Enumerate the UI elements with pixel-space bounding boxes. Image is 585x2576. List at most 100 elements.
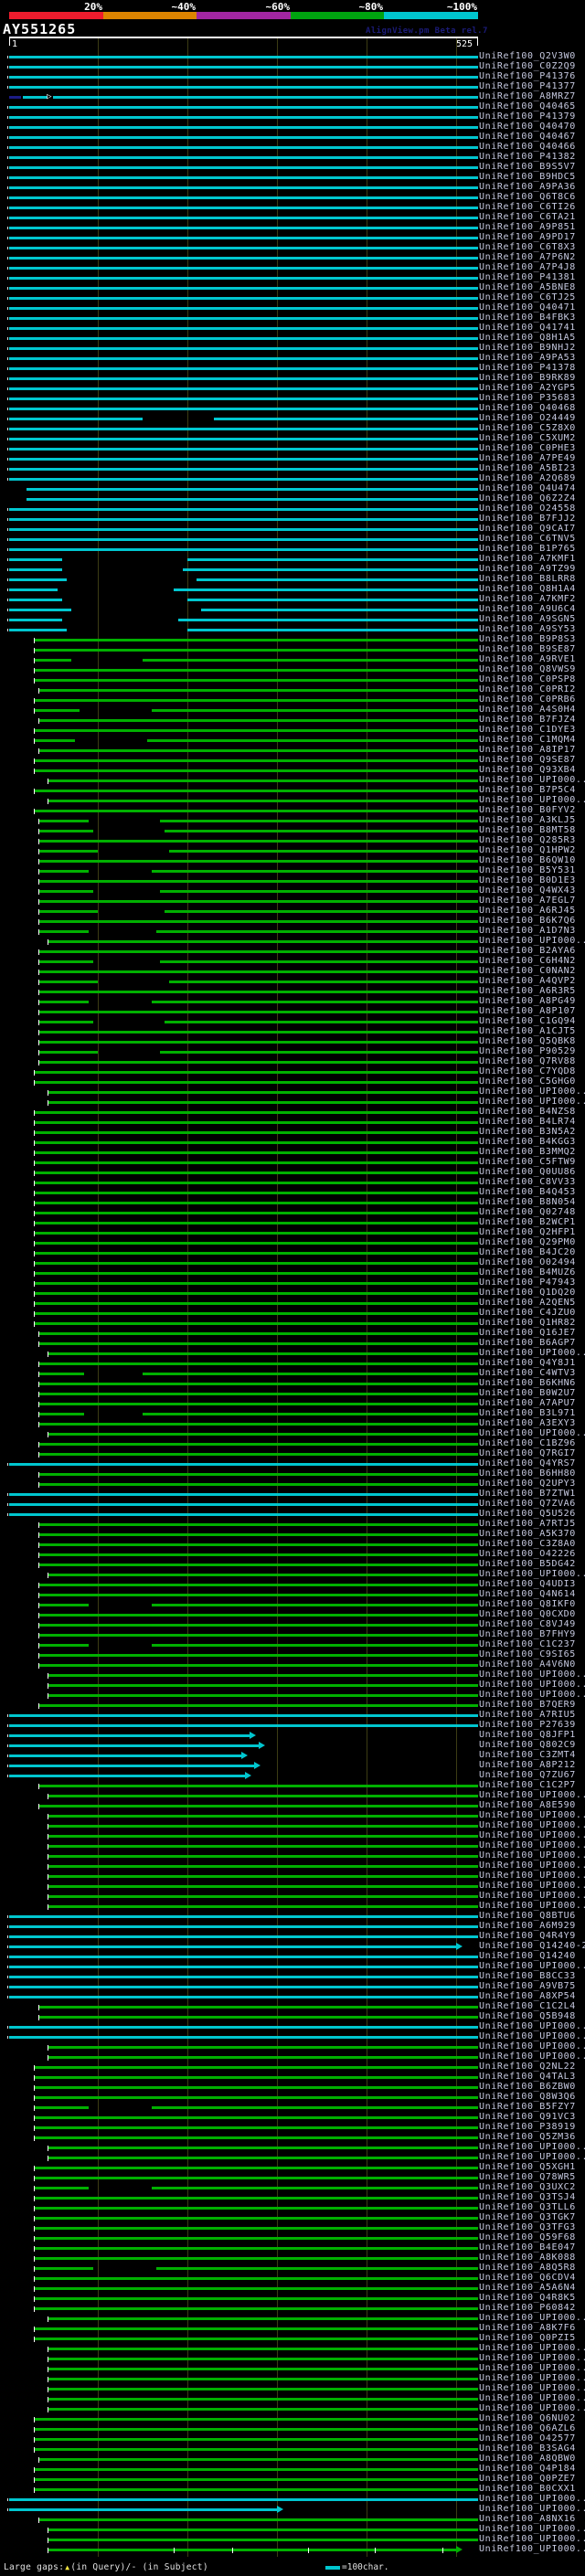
hit-label[interactable]: UniRef100_Q14240 [479,1952,576,1961]
hit-label[interactable]: UniRef100_B4LR74 [479,1118,576,1127]
hit-label[interactable]: UniRef100_Q8H1A5 [479,334,576,343]
hit-label[interactable]: UniRef100_Q3TFG3 [479,2223,576,2232]
alignment-bar[interactable] [35,2418,478,2421]
alignment-bar[interactable] [35,1232,478,1235]
alignment-bar[interactable] [9,599,62,601]
hit-label[interactable]: UniRef100_P41378 [479,364,576,373]
hit-label[interactable]: UniRef100_UPI000.. [479,2394,585,2403]
hit-label[interactable]: UniRef100_Q59F68 [479,2233,576,2242]
alignment-bar[interactable] [9,166,478,169]
hit-label[interactable]: UniRef100_Q8VWS9 [479,665,576,674]
hit-label[interactable]: UniRef100_C7YQD8 [479,1067,576,1076]
hit-label[interactable]: UniRef100_B7FJJ2 [479,514,576,524]
alignment-bar[interactable] [35,1121,478,1124]
alignment-bar[interactable] [9,508,478,511]
hit-label[interactable]: UniRef100_Q4P184 [479,2465,576,2474]
alignment-bar[interactable] [35,1141,478,1144]
alignment-bar[interactable] [182,568,478,571]
hit-label[interactable]: UniRef100_UPI000.. [479,776,585,785]
alignment-bar[interactable] [155,930,478,933]
hit-label[interactable]: UniRef100_UPI000.. [479,1429,585,1438]
hit-label[interactable]: UniRef100_Q1HPW2 [479,846,576,855]
hit-label[interactable]: UniRef100_C6TJ25 [479,293,576,302]
hit-label[interactable]: UniRef100_B5FZY7 [479,2103,576,2112]
alignment-bar[interactable] [48,1855,478,1858]
alignment-bar[interactable] [48,1905,478,1908]
alignment-bar[interactable] [9,156,478,159]
alignment-bar[interactable] [39,1543,478,1546]
hit-label[interactable]: UniRef100_Q4UDI3 [479,1580,576,1589]
hit-label[interactable]: UniRef100_Q0CXD0 [479,1610,576,1619]
alignment-bar[interactable] [35,2287,478,2290]
hit-label[interactable]: UniRef100_A8IP17 [479,746,576,755]
alignment-bar[interactable] [39,860,478,863]
hit-label[interactable]: UniRef100_UPI000.. [479,2495,585,2504]
alignment-bar[interactable] [142,1413,478,1415]
alignment-bar[interactable] [9,387,478,390]
alignment-bar[interactable] [9,578,67,581]
hit-label[interactable]: UniRef100_B4E047 [479,2243,576,2253]
alignment-bar[interactable] [9,1513,478,1516]
alignment-bar[interactable] [39,1453,478,1456]
alignment-bar[interactable] [35,769,478,772]
hit-label[interactable]: UniRef100_B7FHY9 [479,1630,576,1639]
alignment-bar[interactable] [39,950,478,953]
alignment-bar[interactable] [160,960,478,963]
alignment-bar[interactable] [142,659,478,662]
alignment-bar[interactable] [39,1614,478,1617]
hit-label[interactable]: UniRef100_UPI000.. [479,796,585,805]
alignment-bar[interactable] [9,207,478,209]
alignment-bar[interactable] [35,659,71,662]
hit-label[interactable]: UniRef100_A4V6N0 [479,1660,576,1670]
hit-label[interactable]: UniRef100_UPI000.. [479,2535,585,2544]
alignment-bar[interactable] [35,2247,478,2250]
alignment-bar[interactable] [48,1865,478,1868]
hit-label[interactable]: UniRef100_UPI000.. [479,2354,585,2363]
alignment-bar[interactable] [169,981,478,983]
hit-label[interactable]: UniRef100_C6TI26 [479,203,576,212]
hit-label[interactable]: UniRef100_Q6T8C6 [479,193,576,202]
alignment-bar[interactable] [9,86,478,89]
hit-label[interactable]: UniRef100_A9P851 [479,223,576,232]
alignment-bar[interactable] [39,991,478,993]
alignment-bar[interactable] [48,1795,478,1797]
alignment-bar[interactable] [9,528,478,531]
alignment-bar[interactable] [9,357,478,360]
alignment-bar[interactable] [48,1875,478,1878]
alignment-bar[interactable] [48,1885,478,1888]
alignment-bar[interactable] [9,629,67,631]
hit-label[interactable]: UniRef100_C4WTV3 [479,1369,576,1378]
alignment-bar[interactable] [160,1051,478,1054]
alignment-bar[interactable] [9,558,62,561]
alignment-bar[interactable] [160,820,478,822]
alignment-bar[interactable] [9,398,478,400]
alignment-bar[interactable] [39,900,478,903]
hit-label[interactable]: UniRef100_B6HH80 [479,1469,576,1479]
alignment-bar[interactable] [151,2187,478,2189]
alignment-bar[interactable] [39,2458,478,2461]
alignment-bar[interactable] [48,779,478,782]
alignment-bar[interactable] [9,609,71,611]
alignment-bar[interactable] [35,790,478,792]
hit-label[interactable]: UniRef100_A5BI23 [479,464,576,473]
hit-label[interactable]: UniRef100_Q8W3Q6 [479,2093,576,2102]
hit-label[interactable]: UniRef100_B6KHN6 [479,1379,576,1388]
alignment-bar[interactable] [9,548,478,551]
hit-label[interactable]: UniRef100_B7QER9 [479,1701,576,1710]
alignment-bar[interactable] [48,2358,478,2360]
hit-label[interactable]: UniRef100_Q3TSJ4 [479,2193,576,2202]
alignment-bar[interactable] [39,1413,85,1415]
hit-label[interactable]: UniRef100_Q4YRS7 [479,1459,576,1468]
hit-label[interactable]: UniRef100_B4JC20 [479,1248,576,1257]
alignment-bar[interactable] [35,1151,478,1154]
hit-label[interactable]: UniRef100_A4QVP2 [479,977,576,986]
alignment-bar[interactable] [9,428,478,430]
alignment-bar[interactable] [9,1986,478,1988]
hit-label[interactable]: UniRef100_C4JZU0 [479,1309,576,1318]
hit-label[interactable]: UniRef100_UPI000.. [479,2384,585,2393]
hit-label[interactable]: UniRef100_P41379 [479,112,576,122]
hit-label[interactable]: UniRef100_B0FYV2 [479,806,576,815]
hit-label[interactable]: UniRef100_Q40465 [479,102,576,111]
alignment-bar[interactable] [35,1071,478,1074]
hit-label[interactable]: UniRef100_B7FJZ4 [479,716,576,725]
